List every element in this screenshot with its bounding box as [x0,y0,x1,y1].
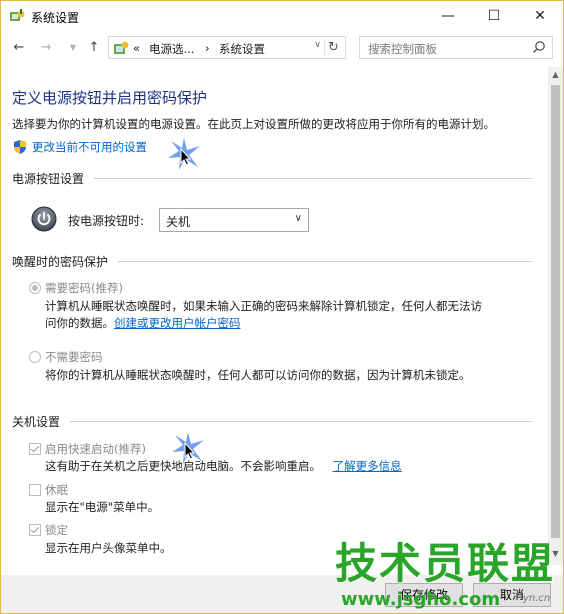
footer-bar: 保存修改 取消 [1,575,563,613]
title-bar: 系统设置 — ☐ ✕ [1,1,563,31]
lock-checkbox[interactable]: 锁定 [29,522,68,538]
window-title: 系统设置 [31,11,80,25]
click-highlight-cursor-icon [168,138,200,170]
maximize-icon: ☐ [487,8,501,24]
power-options-icon [10,9,25,21]
require-password-desc-prefix: 问你的数据。 [45,316,114,330]
breadcrumb-power-options[interactable]: 电源选... [149,41,194,57]
settings-window: 系统设置 — ☐ ✕ ← → ▼ ↑ « 电源选... › 系统设置 ∨ ↻ 搜… [0,0,564,614]
no-password-description: 将你的计算机从睡眠状态唤醒时，任何人都可以访问你的数据，因为计算机未锁定。 [45,368,471,382]
change-unavailable-settings-link[interactable]: 更改当前不可用的设置 [12,139,147,155]
learn-more-link[interactable]: 了解更多信息 [333,459,402,473]
uac-shield-icon [14,140,26,154]
wake-password-section-title: 唤醒时的密码保护 [12,255,109,269]
power-button-action-label: 按电源按钮时: [68,214,145,228]
radio-unselected-indicator [29,351,41,363]
navigation-bar: ← → ▼ ↑ « 电源选... › 系统设置 ∨ ↻ 搜索控制面板 [1,31,563,65]
refresh-icon[interactable]: ↻ [324,39,342,56]
checkbox-checked-icon [29,443,41,455]
search-placeholder: 搜索控制面板 [368,42,437,56]
save-changes-button[interactable]: 保存修改 [385,583,463,607]
vertical-scrollbar[interactable]: ▲ ▼ [548,67,563,565]
close-button[interactable]: ✕ [517,1,563,31]
require-password-desc-line1: 计算机从睡眠状态唤醒时，如果未输入正确的密码来解除计算机锁定，任何人都无法访 [45,299,482,313]
fast-startup-description: 这有助于在关机之后更快地启动电脑。不会影响重启。 了解更多信息 [45,458,402,475]
shutdown-section-title: 关机设置 [12,415,61,429]
power-button-section-title: 电源按钮设置 [12,172,85,186]
chevron-down-icon: ∨ [294,213,302,224]
create-password-link[interactable]: 创建或更改用户帐户密码 [114,316,241,330]
cancel-button[interactable]: 取消 [473,583,551,607]
power-button-action-select[interactable]: 关机 ∨ [159,208,309,232]
breadcrumb-system-settings[interactable]: 系统设置 [219,41,265,57]
address-dropdown-chevron-icon[interactable]: ∨ [314,40,321,50]
section-divider [118,261,532,262]
shutdown-section-header: 关机设置 [12,413,532,430]
scroll-down-arrow-icon[interactable]: ▼ [550,549,561,561]
forward-button[interactable]: → [38,40,54,56]
search-icon [532,41,545,54]
breadcrumb-overflow[interactable]: « [133,41,140,55]
wake-password-section-header: 唤醒时的密码保护 [12,253,532,270]
breadcrumb-separator: › [205,41,210,55]
section-divider [94,178,532,179]
checkbox-unchecked-icon [29,484,41,496]
require-password-description: 计算机从睡眠状态唤醒时，如果未输入正确的密码来解除计算机锁定，任何人都无法访 问… [45,298,482,332]
change-unavailable-settings-label[interactable]: 更改当前不可用的设置 [32,139,147,155]
page-description: 选择要为你的计算机设置的电源设置。在此页上对设置所做的更改将应用于你所有的电源计… [12,117,495,131]
require-password-desc-line2: 问你的数据。创建或更改用户帐户密码 [45,315,482,332]
power-button-action-value: 关机 [166,215,191,229]
control-panel-icon [114,41,129,54]
radio-selected-indicator [29,282,41,294]
lock-label: 锁定 [45,523,68,537]
page-title: 定义电源按钮并启用密码保护 [12,89,208,107]
recent-pages-chevron-icon[interactable]: ▼ [65,40,81,56]
power-button-section-header: 电源按钮设置 [12,170,532,187]
search-box[interactable]: 搜索控制面板 [359,36,553,59]
hibernate-checkbox[interactable]: 休眠 [29,482,68,498]
no-password-label: 不需要密码 [45,350,103,364]
address-bar[interactable]: « 电源选... › 系统设置 ∨ ↻ [108,36,346,59]
power-button-icon [31,206,57,232]
up-button[interactable]: ↑ [86,40,102,56]
fast-startup-checkbox[interactable]: 启用快速启动(推荐) [29,441,146,457]
checkbox-checked-icon [29,524,41,536]
lock-description: 显示在用户头像菜单中。 [45,541,172,555]
require-password-radio[interactable]: 需要密码(推荐) [29,280,123,296]
scrollbar-thumb[interactable] [551,85,560,538]
minimize-button[interactable]: — [425,1,471,31]
no-password-radio[interactable]: 不需要密码 [29,349,103,365]
click-highlight-cursor-icon [172,432,204,464]
fast-startup-label: 启用快速启动(推荐) [45,442,146,456]
section-divider [70,421,532,422]
back-button[interactable]: ← [11,40,27,56]
require-password-label: 需要密码(推荐) [45,281,123,295]
close-icon: ✕ [534,8,546,24]
hibernate-label: 休眠 [45,483,68,497]
maximize-button[interactable]: ☐ [471,1,517,31]
hibernate-description: 显示在"电源"菜单中。 [45,500,160,514]
scroll-up-arrow-icon[interactable]: ▲ [550,70,561,82]
minimize-icon: — [441,8,455,24]
